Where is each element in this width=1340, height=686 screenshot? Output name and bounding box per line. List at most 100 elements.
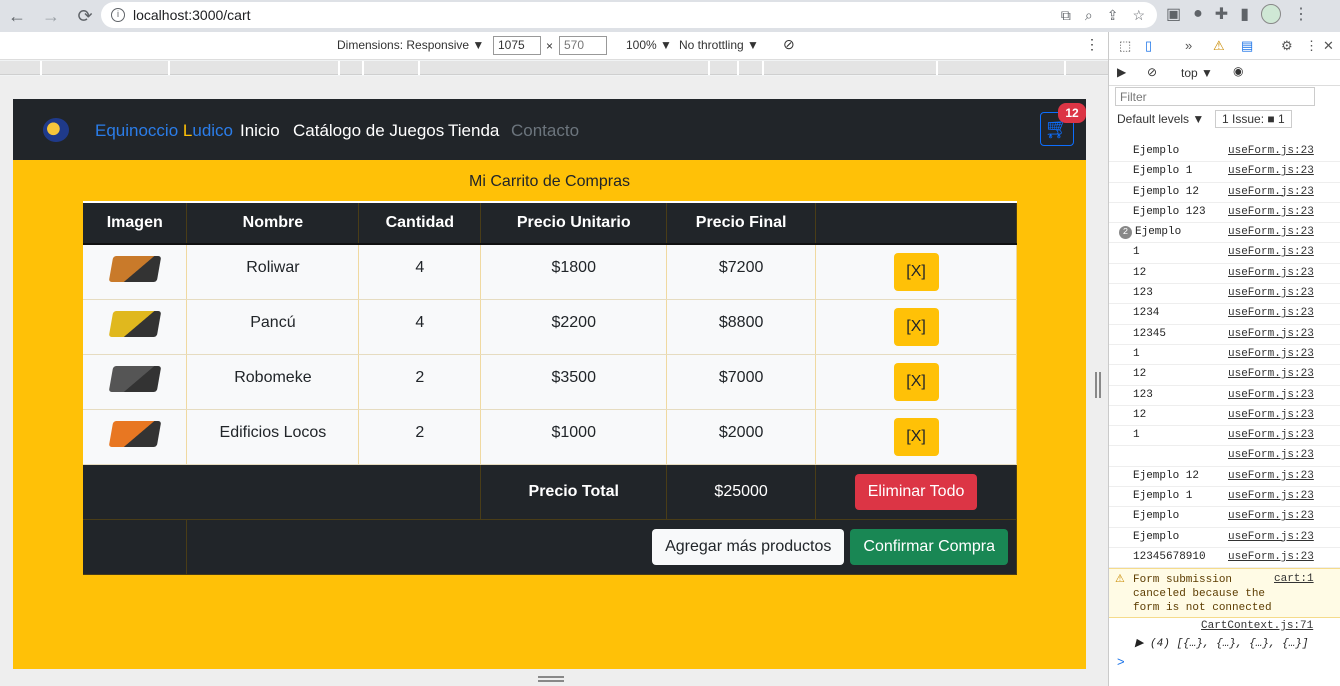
log-source-link[interactable]: useForm.js:23	[1228, 510, 1314, 522]
sidebar-toggle-icon[interactable]: ▶	[1117, 65, 1126, 79]
log-source-link[interactable]: useForm.js:23	[1228, 165, 1314, 177]
side-panel-icon[interactable]: ▮	[1240, 4, 1249, 24]
log-source-link[interactable]: useForm.js:23	[1228, 145, 1314, 157]
issues-counter[interactable]: 1 Issue: ■ 1	[1215, 110, 1292, 128]
log-source-link[interactable]: useForm.js:23	[1228, 409, 1314, 421]
log-text: 123	[1133, 287, 1153, 300]
width-input[interactable]: 1075	[493, 36, 541, 55]
log-levels-select[interactable]: Default levels ▼	[1117, 112, 1204, 126]
zoom-select[interactable]: 100% ▼	[626, 38, 672, 52]
close-icon[interactable]: ✕	[1323, 38, 1334, 54]
console-filter-input[interactable]: Filter	[1115, 87, 1315, 106]
log-text: Ejemplo 123	[1133, 205, 1206, 218]
log-source-link[interactable]: CartContext.js:71	[1201, 620, 1313, 632]
url-text[interactable]: localhost:3000/cart	[133, 7, 251, 23]
console-prompt[interactable]: >	[1117, 654, 1125, 669]
array-preview[interactable]: ▶ (4) [{…}, {…}, {…}, {…}]	[1135, 636, 1309, 650]
product-unit-price: $2200	[480, 299, 668, 355]
eye-icon[interactable]: ◉	[1233, 64, 1243, 78]
nav-link-catalogo[interactable]: Catálogo de Juegos	[293, 121, 444, 141]
repeat-count-badge: 2	[1119, 226, 1132, 240]
nav-link-tienda[interactable]: Tienda	[448, 121, 499, 141]
console-log-row: Ejemplo 123 useForm.js:23	[1109, 203, 1340, 224]
confirm-purchase-button[interactable]: Confirmar Compra	[850, 528, 1008, 565]
device-toggle-icon[interactable]: ▯	[1145, 38, 1152, 54]
address-bar[interactable]: i localhost:3000/cart ⧉ ⌕ ⇪ ☆	[101, 2, 1157, 28]
log-source-link[interactable]: useForm.js:23	[1228, 551, 1314, 563]
share-icon[interactable]: ⇪	[1107, 7, 1119, 24]
log-source-link[interactable]: useForm.js:23	[1228, 186, 1314, 198]
dimensions-select[interactable]: Dimensions: Responsive ▼	[337, 38, 484, 52]
log-source-link[interactable]: useForm.js:23	[1228, 389, 1314, 401]
log-source-link[interactable]: useForm.js:23	[1228, 490, 1314, 502]
remove-cell: [X]	[815, 299, 1017, 355]
clear-all-button[interactable]: Eliminar Todo	[854, 473, 978, 510]
console-log-row: 1 useForm.js:23	[1109, 345, 1340, 366]
remove-cell: [X]	[815, 354, 1017, 410]
warning-source-link[interactable]: cart:1	[1274, 573, 1314, 585]
height-input[interactable]: 570	[559, 36, 607, 55]
throttling-select[interactable]: No throttling ▼	[679, 38, 759, 52]
forward-icon[interactable]: →	[38, 6, 64, 27]
remove-item-button[interactable]: [X]	[893, 307, 939, 346]
log-source-link[interactable]: useForm.js:23	[1228, 429, 1314, 441]
product-final-price: $7000	[666, 354, 817, 410]
back-icon[interactable]: ←	[4, 6, 30, 27]
log-source-link[interactable]: useForm.js:23	[1228, 206, 1314, 218]
product-final-price: $2000	[666, 409, 817, 465]
profile-avatar[interactable]	[1261, 4, 1282, 24]
log-source-link[interactable]: useForm.js:23	[1228, 246, 1314, 258]
remove-item-button[interactable]: [X]	[893, 362, 939, 401]
nav-link-inicio[interactable]: Inicio	[240, 121, 280, 141]
more-options-icon[interactable]: ⋮	[1085, 36, 1099, 53]
resize-handle-bottom[interactable]	[538, 676, 564, 682]
context-select[interactable]: top ▼	[1181, 66, 1213, 80]
warning-icon[interactable]: ⚠	[1213, 38, 1225, 54]
product-name: Pancú	[186, 299, 360, 355]
brand-logo[interactable]	[43, 118, 69, 142]
more-options-icon[interactable]: ⋮	[1305, 38, 1318, 54]
puzzle-icon[interactable]: ✚	[1215, 4, 1228, 24]
translate-icon[interactable]: ⧉	[1061, 7, 1071, 24]
more-tabs-icon[interactable]: »	[1185, 38, 1192, 53]
log-source-link[interactable]: useForm.js:23	[1228, 226, 1314, 238]
clear-console-icon[interactable]: ⊘	[1147, 65, 1157, 79]
log-source-link[interactable]: useForm.js:23	[1228, 348, 1314, 360]
settings-gear-icon[interactable]: ⚙	[1281, 38, 1293, 54]
product-quantity: 2	[358, 354, 482, 410]
log-source-link[interactable]: useForm.js:23	[1228, 449, 1314, 461]
log-source-link[interactable]: useForm.js:23	[1228, 328, 1314, 340]
zoom-icon[interactable]: ⌕	[1085, 7, 1093, 24]
add-more-products-button[interactable]: Agregar más productos	[652, 528, 845, 565]
brand-name[interactable]: Equinoccio Ludico	[95, 121, 233, 141]
log-source-link[interactable]: useForm.js:23	[1228, 267, 1314, 279]
log-source-link[interactable]: useForm.js:23	[1228, 470, 1314, 482]
console-log-row: 12 useForm.js:23	[1109, 365, 1340, 386]
remove-item-button[interactable]: [X]	[893, 253, 939, 291]
nav-link-contacto[interactable]: Contacto	[511, 121, 579, 141]
console-log-row: Ejemplo 1 useForm.js:23	[1109, 162, 1340, 183]
cart-title: Mi Carrito de Compras	[469, 173, 630, 190]
product-image	[108, 311, 162, 337]
log-text: 1234	[1133, 307, 1160, 320]
remove-item-button[interactable]: [X]	[893, 417, 939, 456]
extension-icon[interactable]: ●	[1193, 5, 1203, 23]
site-info-icon[interactable]: i	[111, 8, 125, 22]
log-source-link[interactable]: useForm.js:23	[1228, 368, 1314, 380]
inspect-element-icon[interactable]: ⬚	[1119, 38, 1131, 54]
product-image	[108, 256, 162, 283]
log-text: 12345	[1133, 327, 1167, 340]
rotate-icon[interactable]: ⊘	[783, 36, 795, 53]
log-source-link[interactable]: useForm.js:23	[1228, 287, 1314, 299]
issues-icon[interactable]: ▤	[1241, 38, 1253, 54]
bookmark-star-icon[interactable]: ☆	[1132, 7, 1145, 24]
reload-icon[interactable]: ⟳	[72, 6, 98, 27]
menu-kebab-icon[interactable]: ⋮	[1293, 4, 1309, 24]
console-log-row: 12345678910 useForm.js:23	[1109, 548, 1340, 569]
resize-handle-right[interactable]	[1095, 372, 1101, 398]
log-message: 1234	[1133, 307, 1159, 319]
extension-icon[interactable]: ▣	[1166, 4, 1181, 24]
log-source-link[interactable]: useForm.js:23	[1228, 307, 1314, 319]
log-source-link[interactable]: useForm.js:23	[1228, 531, 1314, 543]
media-query-ruler[interactable]	[0, 61, 1108, 75]
